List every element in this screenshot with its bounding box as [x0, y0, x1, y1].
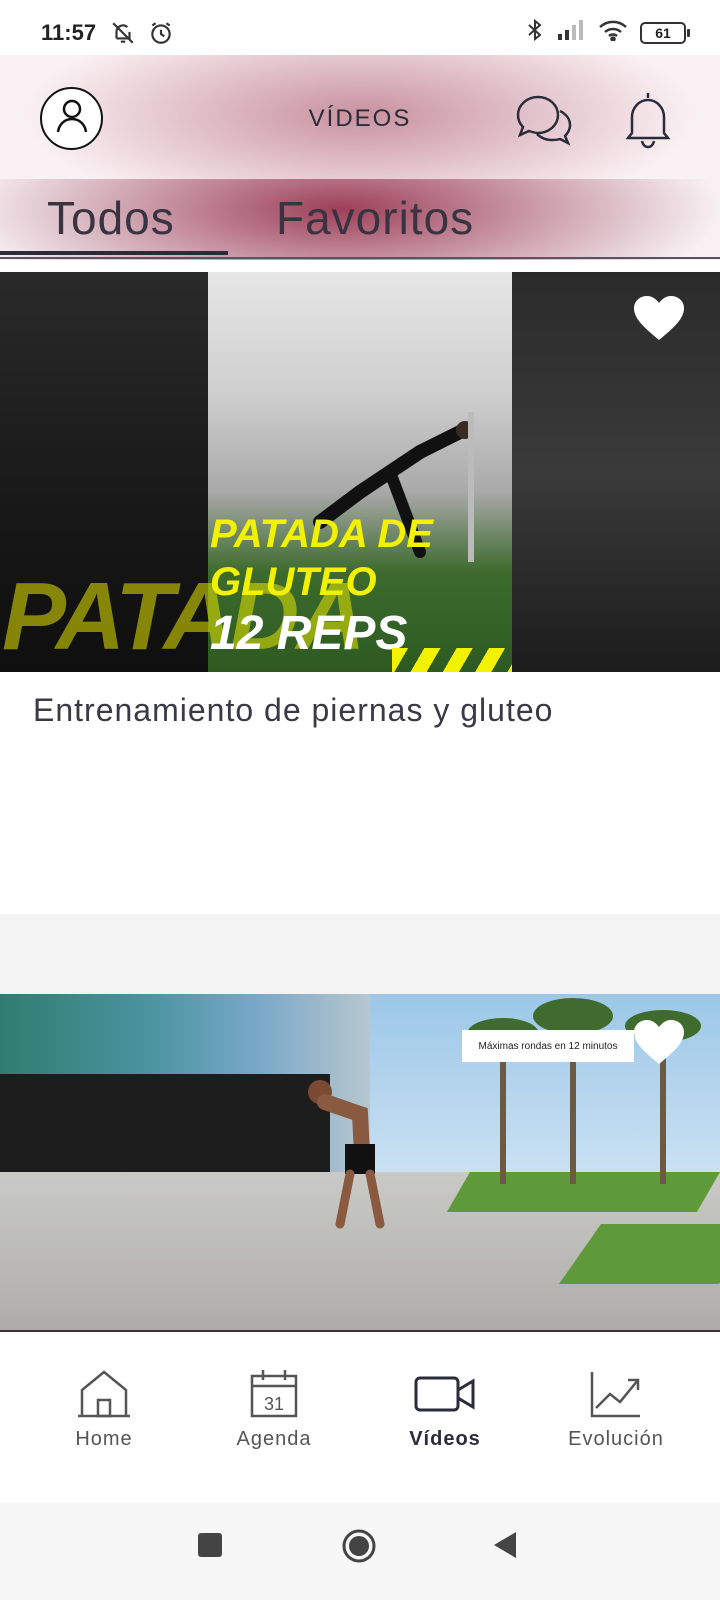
calendar-icon: 31	[199, 1368, 349, 1420]
tab-favoritos[interactable]: Favoritos	[276, 191, 474, 245]
tab-divider	[0, 257, 720, 259]
video-camera-icon	[370, 1368, 520, 1420]
bluetooth-icon	[526, 18, 544, 47]
signal-icon	[556, 19, 586, 46]
bottom-navigation: Home 31 Agenda Vídeos Evolución	[0, 1330, 720, 1502]
chart-trend-icon	[541, 1368, 691, 1420]
page-title: VÍDEOS	[308, 105, 412, 132]
favorite-button[interactable]	[632, 294, 688, 344]
nav-home[interactable]: Home	[29, 1368, 179, 1468]
bell-icon	[620, 93, 676, 155]
system-navigation-bar	[0, 1502, 720, 1600]
tab-todos[interactable]: Todos	[47, 191, 175, 245]
heart-icon	[632, 1020, 686, 1070]
thumbnail-caption: PATADA DE GLUTEO 12 REPS	[210, 512, 433, 660]
app-header: VÍDEOS	[0, 55, 720, 179]
svg-text:31: 31	[264, 1394, 284, 1414]
active-tab-indicator	[0, 251, 228, 255]
hazard-stripes	[392, 648, 512, 672]
video-card[interactable]: PATADA PATADA DE GLUTEO 12 REPS Entrenam…	[0, 272, 720, 914]
nav-videos[interactable]: Vídeos	[370, 1368, 520, 1468]
nav-label: Vídeos	[409, 1428, 481, 1450]
nav-agenda[interactable]: 31 Agenda	[199, 1368, 349, 1468]
video-card[interactable]: Máximas rondas en 12 minutos	[0, 994, 720, 1330]
athlete-figure	[308, 1080, 385, 1229]
card-separator	[0, 914, 720, 994]
status-bar: 11:57 61	[0, 0, 720, 56]
nav-evolucion[interactable]: Evolución	[541, 1368, 691, 1468]
thumbnail-tag: Máximas rondas en 12 minutos	[462, 1030, 634, 1062]
nav-label: Evolución	[568, 1428, 664, 1450]
chat-icon	[514, 95, 574, 151]
video-thumbnail[interactable]: PATADA PATADA DE GLUTEO 12 REPS	[0, 272, 720, 672]
battery-icon: 61	[640, 21, 690, 44]
home-circle-icon[interactable]	[341, 1528, 377, 1569]
recents-icon[interactable]	[197, 1532, 223, 1563]
chat-button[interactable]	[514, 91, 574, 147]
bell-muted-icon	[110, 20, 136, 51]
alarm-icon	[148, 20, 174, 51]
wifi-icon	[598, 19, 628, 46]
heart-icon	[632, 296, 686, 346]
back-icon[interactable]	[492, 1530, 518, 1565]
notifications-button[interactable]	[620, 89, 676, 151]
tab-bar: Todos Favoritos	[0, 179, 720, 260]
video-title: Entrenamiento de piernas y gluteo	[33, 692, 554, 728]
status-time: 11:57	[41, 20, 97, 45]
nav-label: Agenda	[236, 1428, 312, 1450]
nav-label: Home	[75, 1428, 133, 1450]
favorite-button[interactable]	[632, 1018, 688, 1068]
home-icon	[29, 1368, 179, 1420]
